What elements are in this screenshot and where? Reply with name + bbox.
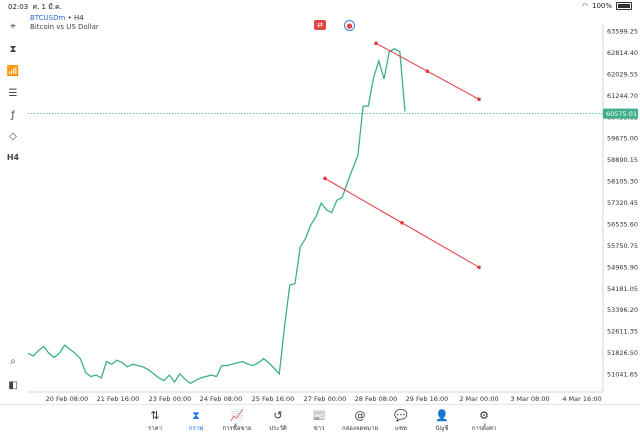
price-tick-label: 53396.20: [607, 306, 638, 314]
nav-chart-label: กราฟ: [188, 425, 204, 432]
trendline-1-handle-1: [374, 41, 378, 46]
price-tick-label: 59675.00: [607, 135, 638, 143]
price-tick-label: 54181.05: [607, 285, 638, 293]
candles-icon[interactable]: ⧗: [4, 40, 22, 58]
trendline-1-handle-2: [425, 69, 430, 74]
price-tick-label: 62814.40: [607, 49, 638, 57]
function-icon[interactable]: ƒ: [4, 106, 22, 124]
nav-accounts-label: บัญชี: [435, 425, 449, 432]
nav-history[interactable]: ↺ ประวัติ: [256, 409, 300, 433]
nav-mailbox[interactable]: @ กล่องจดหมาย: [338, 409, 382, 433]
time-tick-label: 27 Feb 00:00: [304, 395, 347, 403]
time-tick-label: 28 Feb 08:00: [355, 395, 398, 403]
price-tick-label: 54965.90: [607, 263, 638, 271]
bottom-navigation: ⇅ ราคา ⧗ กราฟ 📈 การซื้อขาย ↺ ประวัติ 📰 ข่าว @ กล่อง…: [0, 404, 640, 448]
trendline-2-handle-2: [400, 221, 404, 225]
nav-news-label: ข่าว: [313, 425, 325, 432]
time-tick-label: 2 Mar 00:00: [459, 395, 498, 403]
current-price-label: 60575.01: [606, 110, 637, 118]
nav-news-icon: 📰: [312, 409, 326, 422]
time-tick-label: 24 Feb 08:00: [200, 395, 243, 403]
nav-accounts-icon: 👤: [435, 409, 449, 422]
price-tick-label: 55750.75: [607, 242, 638, 250]
shapes-icon[interactable]: ◇: [4, 127, 22, 145]
time-tick-label: 29 Feb 16:00: [406, 395, 449, 403]
time-tick-label: 21 Feb 16:00: [97, 395, 140, 403]
price-tick-label: 62029.55: [607, 70, 638, 78]
price-series-line: [27, 47, 406, 385]
trendline-1-handle-3: [477, 97, 481, 102]
price-chart[interactable]: 63599.2562814.4062029.5561244.7060459.85…: [0, 0, 640, 447]
nav-trade[interactable]: 📈 การซื้อขาย: [215, 409, 259, 433]
price-tick-label: 61244.70: [607, 92, 638, 100]
nav-trade-label: การซื้อขาย: [222, 425, 252, 432]
left-toolbar: ⌖ ⧗ 📶 ☰ ƒ ◇ H4 ⌕ ◧: [0, 12, 26, 407]
nav-mailbox-icon: @: [354, 409, 366, 422]
indicators-icon[interactable]: 📶: [4, 62, 22, 80]
nav-chat-label: แชท: [395, 425, 407, 432]
broker-logo-icon[interactable]: ◧: [4, 376, 22, 394]
time-tick-label: 4 Mar 16:00: [562, 395, 601, 403]
price-tick-label: 63599.25: [607, 28, 638, 36]
nav-quotes-icon: ⇅: [150, 409, 160, 422]
nav-quotes[interactable]: ⇅ ราคา: [133, 409, 177, 433]
nav-chat-icon: 💬: [394, 409, 408, 422]
price-tick-label: 52611.35: [607, 328, 638, 336]
time-tick-label: 3 Mar 08:00: [510, 395, 549, 403]
nav-trade-icon: 📈: [230, 409, 244, 422]
time-tick-label: 20 Feb 08:00: [46, 395, 89, 403]
trendline-2-handle-3: [477, 265, 481, 270]
price-tick-label: 56535.60: [607, 220, 638, 228]
nav-chat[interactable]: 💬 แชท: [379, 409, 423, 433]
price-tick-label: 58890.15: [607, 156, 638, 164]
nav-history-icon: ↺: [273, 409, 283, 422]
time-tick-label: 25 Feb 16:00: [252, 395, 295, 403]
timeframe-label[interactable]: H4: [4, 148, 22, 166]
price-tick-label: 51826.50: [607, 349, 638, 357]
nav-history-label: ประวัติ: [269, 425, 287, 432]
crosshair-icon[interactable]: ⌖: [4, 17, 22, 35]
zoom-icon[interactable]: ⌕: [4, 352, 22, 370]
settings-sliders-icon[interactable]: ☰: [4, 84, 22, 102]
nav-settings-label: การตั้งค่า: [471, 425, 497, 432]
nav-chart[interactable]: ⧗ กราฟ: [174, 409, 218, 433]
nav-settings[interactable]: ⚙ การตั้งค่า: [462, 409, 506, 433]
price-tick-label: 57320.45: [607, 199, 638, 207]
nav-mailbox-label: กล่องจดหมาย: [341, 425, 379, 432]
nav-news[interactable]: 📰 ข่าว: [297, 409, 341, 433]
nav-accounts[interactable]: 👤 บัญชี: [420, 409, 464, 433]
nav-chart-icon: ⧗: [192, 409, 200, 422]
price-tick-label: 58105.30: [607, 178, 638, 186]
nav-settings-icon: ⚙: [479, 409, 489, 422]
price-tick-label: 51041.65: [607, 371, 638, 379]
nav-quotes-label: ราคา: [148, 425, 162, 432]
trendline-2-handle-1: [323, 176, 327, 181]
time-tick-label: 23 Feb 00:00: [149, 395, 192, 403]
